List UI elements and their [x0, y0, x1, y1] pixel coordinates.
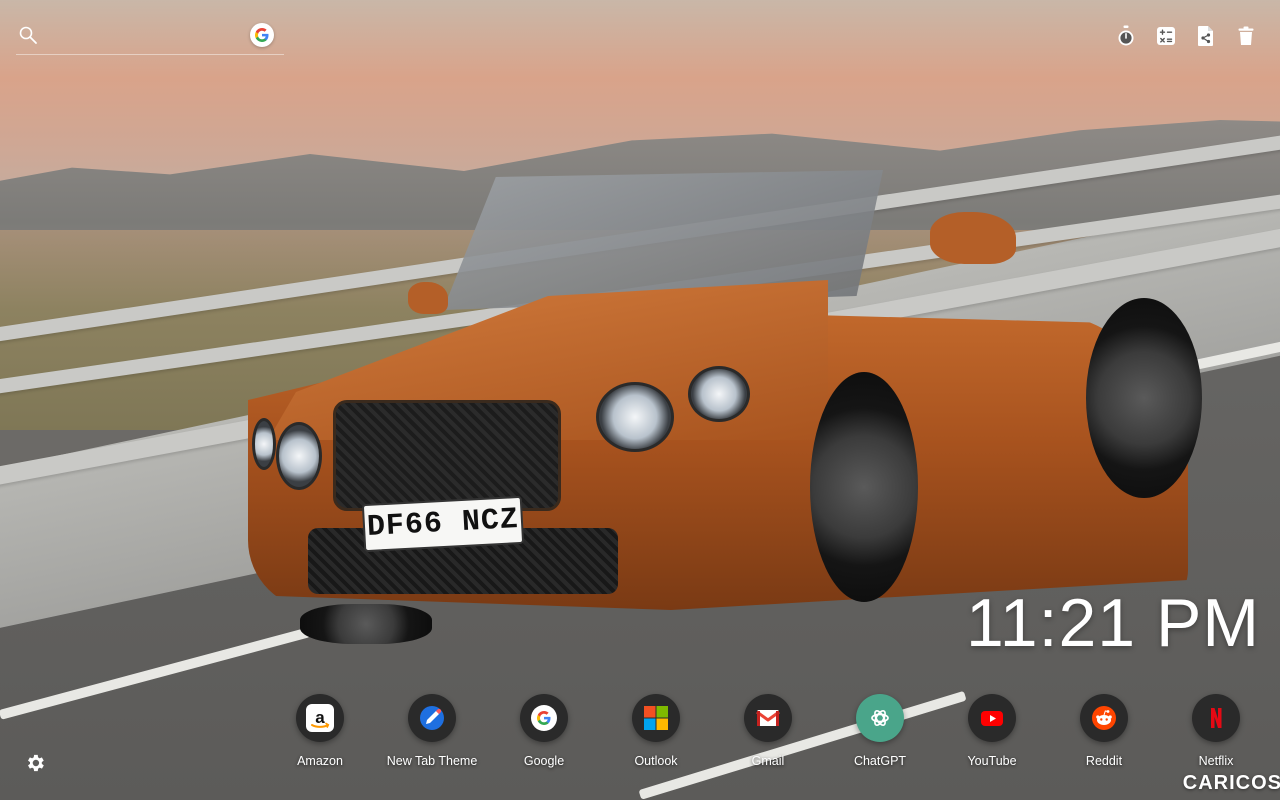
car-headlight — [688, 366, 750, 422]
shortcut-reddit[interactable]: Reddit — [1048, 694, 1160, 768]
shortcut-netflix[interactable]: Netflix — [1160, 694, 1272, 768]
gmail-icon — [744, 694, 792, 742]
car-headlight — [276, 422, 322, 490]
file-share-icon[interactable] — [1196, 24, 1216, 48]
svg-text:a: a — [315, 708, 325, 727]
car-wheel — [810, 372, 918, 602]
car-photo: DF66 NCZ — [248, 160, 1208, 644]
car-grille — [333, 400, 561, 511]
car-wheel — [1086, 298, 1202, 498]
shortcut-new-tab-theme[interactable]: New Tab Theme — [376, 694, 488, 768]
shortcut-label: New Tab Theme — [386, 754, 478, 768]
clock: 11:21 PM — [965, 585, 1260, 661]
amazon-icon: a — [296, 694, 344, 742]
stopwatch-icon[interactable] — [1116, 24, 1136, 48]
microsoft-icon — [632, 694, 680, 742]
shortcut-label: Netflix — [1198, 754, 1234, 768]
shortcut-youtube[interactable]: YouTube — [936, 694, 1048, 768]
gear-icon[interactable] — [24, 752, 48, 776]
reddit-icon — [1080, 694, 1128, 742]
chatgpt-icon — [856, 694, 904, 742]
car-headlight — [596, 382, 674, 452]
wallpaper: DF66 NCZ — [0, 0, 1280, 800]
google-icon[interactable] — [250, 23, 274, 47]
shortcut-amazon[interactable]: a Amazon — [264, 694, 376, 768]
trash-icon[interactable] — [1236, 24, 1256, 48]
shortcut-google[interactable]: Google — [488, 694, 600, 768]
netflix-icon — [1192, 694, 1240, 742]
shortcut-label: ChatGPT — [853, 754, 907, 768]
shortcut-label: Reddit — [1085, 754, 1123, 768]
youtube-icon — [968, 694, 1016, 742]
car-headlight — [252, 418, 276, 470]
search-input[interactable] — [48, 22, 252, 50]
google-icon — [520, 694, 568, 742]
search-bar — [16, 18, 284, 55]
wallpaper-watermark: CARICOS — [1182, 772, 1280, 794]
car-mirror — [930, 212, 1016, 264]
new-tab-theme-icon — [408, 694, 456, 742]
calculator-icon[interactable] — [1156, 24, 1176, 48]
license-plate: DF66 NCZ — [361, 495, 525, 553]
shortcut-chatgpt[interactable]: ChatGPT — [824, 694, 936, 768]
search-icon[interactable] — [18, 25, 38, 45]
shortcut-gmail[interactable]: Gmail — [712, 694, 824, 768]
shortcut-label: Outlook — [634, 754, 678, 768]
shortcut-label: YouTube — [967, 754, 1017, 768]
car-mirror — [408, 282, 448, 314]
shortcut-label: Gmail — [751, 754, 785, 768]
toolbar — [1116, 24, 1256, 48]
shortcut-label: Google — [523, 754, 565, 768]
shortcut-outlook[interactable]: Outlook — [600, 694, 712, 768]
shortcut-label: Amazon — [297, 754, 343, 768]
shortcut-dock: a Amazon New Tab Theme Google Outlook Gm… — [264, 694, 1272, 768]
car-wheel — [300, 604, 432, 644]
